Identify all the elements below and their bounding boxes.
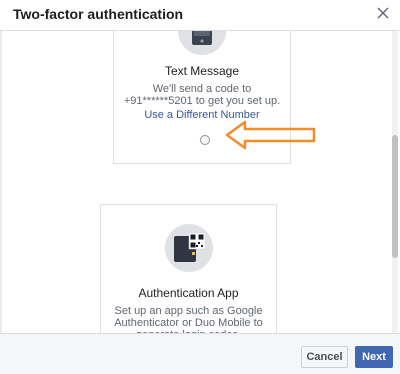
- dialog-title: Two-factor authentication: [13, 6, 184, 22]
- next-button[interactable]: Next: [355, 346, 393, 368]
- dialog-header: Two-factor authentication: [0, 0, 400, 31]
- cancel-button[interactable]: Cancel: [301, 346, 348, 368]
- option-card-authentication-app[interactable]: Authentication App Set up an app such as…: [100, 204, 277, 333]
- auth-app-icon-circle: [164, 224, 213, 272]
- option-description: We'll send a code to +91******5201 to ge…: [123, 83, 281, 107]
- scrollbar-thumb[interactable]: [392, 135, 398, 258]
- qr-phone-icon: [173, 232, 205, 262]
- phone-icon-circle: [178, 31, 226, 55]
- option-description: Set up an app such as Google Authenticat…: [114, 305, 263, 333]
- option-title: Authentication App: [138, 286, 239, 300]
- dialog-footer: Cancel Next: [0, 333, 400, 374]
- text-message-radio[interactable]: [200, 135, 210, 145]
- two-factor-dialog: Two-factor authentication Text Message W…: [0, 0, 400, 374]
- annotation-arrow-icon: [225, 120, 316, 150]
- close-icon[interactable]: [374, 4, 392, 22]
- option-title: Text Message: [164, 64, 240, 78]
- phone-icon: [192, 31, 212, 45]
- dialog-content: Text Message We'll send a code to +91***…: [0, 31, 400, 333]
